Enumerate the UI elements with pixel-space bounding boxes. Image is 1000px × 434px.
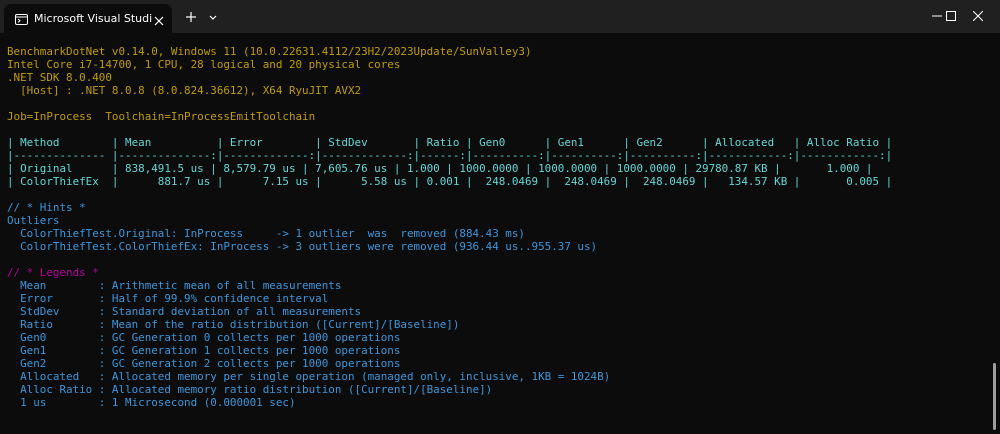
hints-header: // * Hints * (7, 201, 86, 214)
close-icon[interactable] (154, 13, 164, 26)
maximize-icon (946, 11, 956, 21)
legend-line: Gen1 : GC Generation 1 collects per 1000… (7, 344, 401, 357)
legend-line: StdDev : Standard deviation of all measu… (7, 305, 362, 318)
outlier-line: ColorThiefTest.ColorThiefEx: InProcess -… (7, 240, 598, 253)
legend-line: Alloc Ratio : Allocated memory ratio dis… (7, 383, 493, 396)
terminal-output[interactable]: BenchmarkDotNet v0.14.0, Windows 11 (10.… (7, 45, 982, 409)
legend-line: Allocated : Allocated memory per single … (7, 370, 611, 383)
scrollbar-thumb[interactable] (993, 363, 996, 430)
legend-line: Gen2 : GC Generation 2 collects per 1000… (7, 357, 401, 370)
chevron-down-icon[interactable] (206, 8, 220, 26)
legend-line: Gen0 : GC Generation 0 collects per 1000… (7, 331, 401, 344)
table-header-row: | Method | Mean | Error | StdDev | Ratio… (7, 136, 893, 149)
terminal-window: Microsoft Visual Studio デバッグ (0, 0, 1000, 434)
host-line: [Host] : .NET 8.0.8 (8.0.824.36612), X64… (7, 84, 362, 97)
job-line: Job=InProcess Toolchain=InProcessEmitToo… (7, 110, 316, 123)
terminal-tab[interactable]: Microsoft Visual Studio デバッグ (4, 4, 172, 33)
close-icon (973, 11, 983, 21)
tab-title: Microsoft Visual Studio デバッグ (34, 12, 152, 25)
table-separator-row: |-------------- |--------------:|-------… (7, 149, 893, 162)
table-row: | ColorThiefEx | 881.7 us | 7.15 us | 5.… (7, 175, 893, 188)
sdk-line: .NET SDK 8.0.400 (7, 71, 112, 84)
legend-line: Ratio : Mean of the ratio distribution (… (7, 318, 460, 331)
legends-header: // * Legends * (7, 266, 99, 279)
plus-icon[interactable] (181, 8, 201, 26)
cpu-info-line: Intel Core i7-14700, 1 CPU, 28 logical a… (7, 58, 401, 71)
benchmark-version-line: BenchmarkDotNet v0.14.0, Windows 11 (10.… (7, 45, 532, 58)
window-close-button[interactable] (956, 0, 1000, 33)
legend-line: Error : Half of 99.9% confidence interva… (7, 292, 329, 305)
table-row: | Original | 838,491.5 us | 8,579.79 us … (7, 162, 873, 175)
outliers-label: Outliers (7, 214, 60, 227)
outlier-line: ColorThiefTest.Original: InProcess -> 1 … (7, 227, 525, 240)
legend-line: 1 us : 1 Microsecond (0.000001 sec) (7, 396, 296, 409)
legend-line: Mean : Arithmetic mean of all measuremen… (7, 279, 342, 292)
terminal-icon (15, 12, 28, 25)
title-bar: Microsoft Visual Studio デバッグ (0, 0, 1000, 33)
